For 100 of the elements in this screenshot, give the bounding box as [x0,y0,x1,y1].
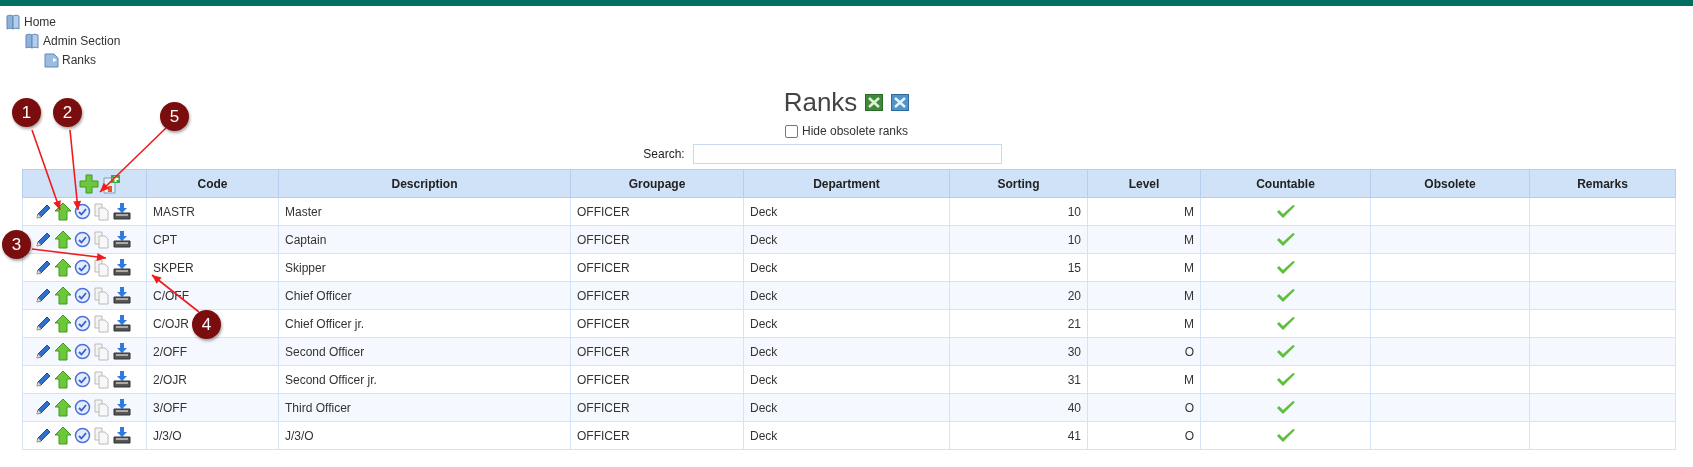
up-arrow-icon[interactable] [54,202,72,221]
table-cell: 21 [1067,316,1081,331]
column-header[interactable]: Level [1128,176,1160,191]
download-tray-icon[interactable] [112,370,132,389]
table-cell: OFFICER [577,428,630,443]
column-header[interactable]: Remarks [1577,176,1628,191]
pencil-icon[interactable] [34,398,52,417]
pencil-icon[interactable] [34,426,52,445]
check-circle-icon[interactable] [74,259,91,276]
column-header[interactable]: Department [813,176,880,191]
pencil-icon[interactable] [34,230,52,249]
table-cell: 15 [1067,260,1081,275]
table-cell: J/3/O [285,428,314,443]
table-cell: M [1184,260,1194,275]
table-cell: 2/OJR [153,372,187,387]
table-cell: Master [285,204,322,219]
table-cell: OFFICER [577,232,630,247]
table-cell: M [1184,316,1194,331]
download-tray-icon[interactable] [112,258,132,277]
pencil-icon[interactable] [34,258,52,277]
table-cell: Second Officer [285,344,365,359]
table-cell: M [1184,288,1194,303]
download-tray-icon[interactable] [112,314,132,333]
download-tray-icon[interactable] [112,426,132,445]
copy-icon[interactable] [93,258,110,277]
check-circle-icon[interactable] [74,287,91,304]
table-cell: 3/OFF [153,400,187,415]
book-icon [6,13,21,30]
table-cell: Deck [750,260,778,275]
column-header[interactable]: Groupage [628,176,686,191]
up-arrow-icon[interactable] [54,314,72,333]
table-cell: SKPER [153,260,194,275]
download-tray-icon[interactable] [112,342,132,361]
table-cell: M [1184,204,1194,219]
table-cell: Chief Officer [285,288,352,303]
callout-marker: 1 [12,98,41,127]
pencil-icon[interactable] [34,202,52,221]
table-cell: Deck [750,400,778,415]
download-tray-icon[interactable] [112,230,132,249]
checkbox[interactable] [784,124,798,138]
table-cell: OFFICER [577,400,630,415]
table-cell: 30 [1067,344,1081,359]
up-arrow-icon[interactable] [54,370,72,389]
table-cell: O [1184,344,1194,359]
column-header[interactable]: Description [391,176,458,191]
pencil-icon[interactable] [34,286,52,305]
up-arrow-icon[interactable] [54,426,72,445]
download-tray-icon[interactable] [112,202,132,221]
check-circle-icon[interactable] [74,315,91,332]
download-tray-icon[interactable] [112,398,132,417]
tree-item[interactable]: Admin Section [43,33,121,48]
column-header[interactable]: Sorting [997,176,1040,191]
tree-item[interactable]: Ranks [62,52,96,67]
table-cell: MASTR [153,204,195,219]
table-cell: OFFICER [577,288,630,303]
spreadsheet-icon[interactable] [865,93,884,111]
up-arrow-icon[interactable] [54,258,72,277]
table-cell: 2/OFF [153,344,187,359]
spreadsheet-icon[interactable] [891,93,910,111]
column-header[interactable]: Countable [1256,176,1315,191]
pencil-icon[interactable] [34,314,52,333]
search-field[interactable] [692,144,1002,164]
check-circle-icon[interactable] [74,371,91,388]
check-circle-icon[interactable] [74,399,91,416]
page-icon [44,51,59,68]
page-title: Ranks [783,86,858,118]
table-cell: Deck [750,204,778,219]
table-cell: Captain [285,232,327,247]
table-cell: Deck [750,344,778,359]
up-arrow-icon[interactable] [54,342,72,361]
check-circle-icon[interactable] [74,427,91,444]
column-header[interactable]: Obsolete [1424,176,1476,191]
download-tray-icon[interactable] [112,286,132,305]
search-label: Search: [643,147,685,161]
pencil-icon[interactable] [34,370,52,389]
callout-marker: 2 [53,98,82,127]
table-cell: O [1184,428,1194,443]
table-cell: M [1184,232,1194,247]
tree-item[interactable]: Home [24,14,56,29]
table-cell: OFFICER [577,316,630,331]
table-cell: Deck [750,316,778,331]
check-circle-icon[interactable] [74,343,91,360]
table-cell: OFFICER [577,260,630,275]
table-cell: 20 [1067,288,1081,303]
table-cell: CPT [153,232,177,247]
pencil-icon[interactable] [34,342,52,361]
up-arrow-icon[interactable] [54,230,72,249]
table-cell: Deck [750,372,778,387]
up-arrow-icon[interactable] [54,286,72,305]
check-circle-icon[interactable] [74,231,91,248]
table-cell: OFFICER [577,372,630,387]
column-header[interactable]: Code [197,176,228,191]
table-cell: Chief Officer jr. [285,316,365,331]
book-icon [25,32,40,49]
table-cell: OFFICER [577,204,630,219]
up-arrow-icon[interactable] [54,398,72,417]
table-cell: J/3/O [153,428,182,443]
checkbox-label: Hide obsolete ranks [801,124,909,138]
table-cell: 31 [1067,372,1081,387]
table-cell: 10 [1067,204,1081,219]
